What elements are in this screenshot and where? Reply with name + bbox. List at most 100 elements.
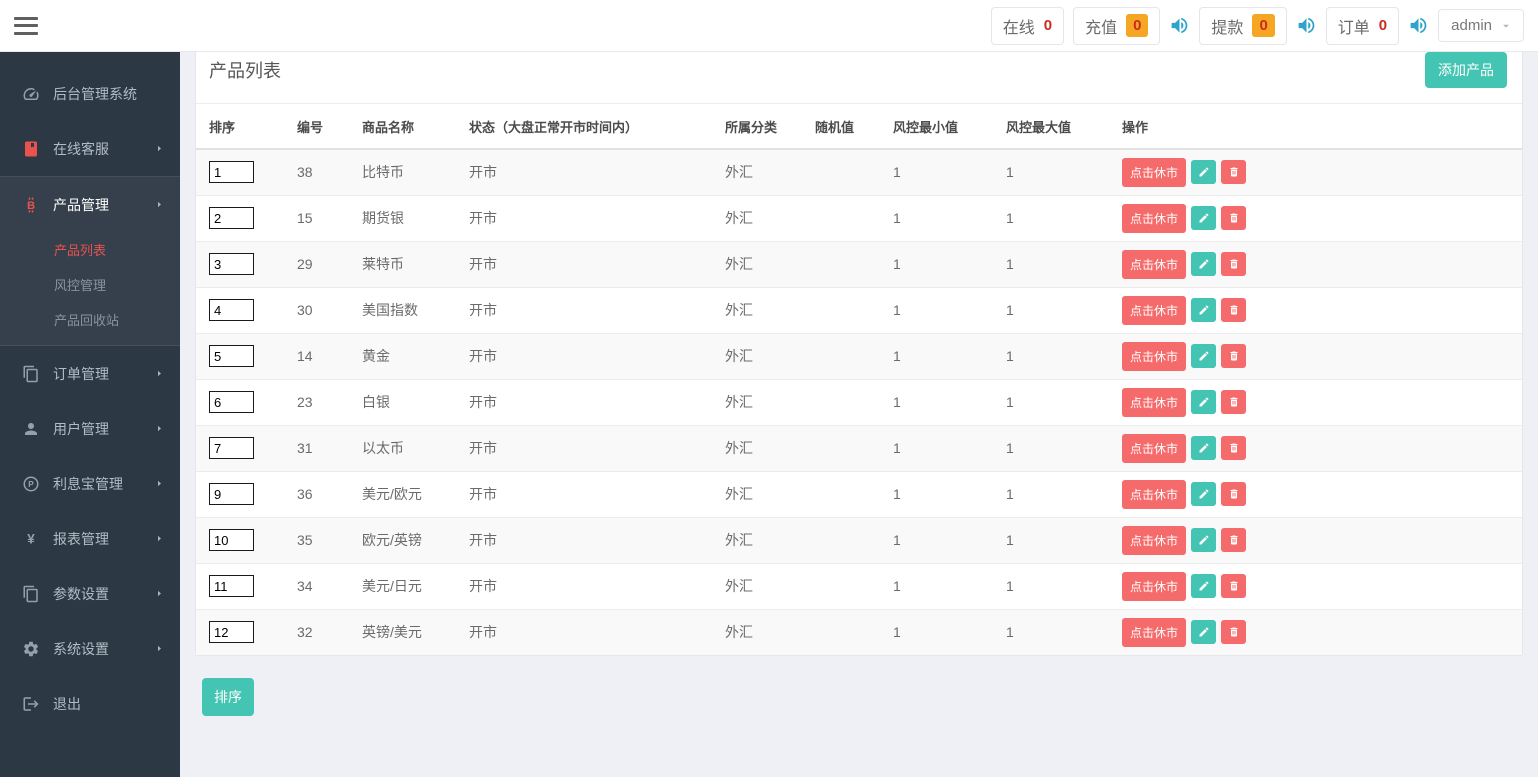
sidebar-item-customer-service[interactable]: 在线客服 <box>0 121 180 176</box>
delete-button[interactable] <box>1221 528 1247 552</box>
table-row: 35 欧元/英镑 开市 外汇 1 1 点击休市 <box>196 517 1522 563</box>
sort-order-input[interactable] <box>209 483 254 505</box>
sort-order-input[interactable] <box>209 529 254 551</box>
edit-button[interactable] <box>1191 344 1217 368</box>
stat-withdraw[interactable]: 提款 0 <box>1199 6 1287 45</box>
edit-button[interactable] <box>1191 390 1217 414</box>
sort-order-input[interactable] <box>209 207 254 229</box>
delete-button[interactable] <box>1221 482 1247 506</box>
sort-order-input[interactable] <box>209 161 254 184</box>
cell-id: 23 <box>297 394 313 410</box>
admin-user-menu[interactable]: admin <box>1438 9 1524 42</box>
sidebar-item-report-management[interactable]: 报表管理 <box>0 511 180 566</box>
cell-risk-max: 1 <box>1006 256 1014 272</box>
cell-status: 开市 <box>469 256 497 272</box>
edit-button[interactable] <box>1191 528 1217 552</box>
stat-orders[interactable]: 订单 0 <box>1325 6 1400 45</box>
edit-button[interactable] <box>1191 298 1217 322</box>
sidebar-item-logout[interactable]: 退出 <box>0 676 180 731</box>
close-market-button[interactable]: 点击休市 <box>1122 479 1187 509</box>
edit-button[interactable] <box>1191 436 1217 460</box>
sidebar-item-dashboard[interactable]: 后台管理系统 <box>0 66 180 121</box>
close-market-button[interactable]: 点击休市 <box>1122 387 1187 417</box>
sort-order-input[interactable] <box>209 391 254 413</box>
edit-button[interactable] <box>1191 252 1217 276</box>
add-product-button[interactable]: 添加产品 <box>1425 52 1507 88</box>
cell-category: 外汇 <box>725 302 753 318</box>
stat-recharge[interactable]: 充值 0 <box>1073 6 1161 45</box>
sort-order-input[interactable] <box>209 575 254 597</box>
sidebar-item-parameter-settings[interactable]: 参数设置 <box>0 566 180 621</box>
sort-submit-button[interactable]: 排序 <box>202 678 254 716</box>
cell-risk-max: 1 <box>1006 302 1014 318</box>
product-list-panel: 产品列表 添加产品 排序 编号 商品名称 状态（大盘正常开市时间内） 所属分类 … <box>195 36 1523 656</box>
edit-button[interactable] <box>1191 206 1217 230</box>
stat-count-badge: 0 <box>1126 14 1149 37</box>
close-market-button[interactable]: 点击休市 <box>1122 249 1187 279</box>
sidebar-item-user-management[interactable]: 用户管理 <box>0 401 180 456</box>
delete-button[interactable] <box>1221 344 1247 368</box>
edit-button[interactable] <box>1191 482 1217 506</box>
edit-button[interactable] <box>1191 160 1217 185</box>
close-market-button[interactable]: 点击休市 <box>1122 341 1187 371</box>
close-market-button[interactable]: 点击休市 <box>1122 617 1187 647</box>
stat-count-badge: 0 <box>1252 14 1275 37</box>
sidebar-subitem-product-list[interactable]: 产品列表 <box>0 232 180 267</box>
close-market-button[interactable]: 点击休市 <box>1122 203 1187 233</box>
sort-order-input[interactable] <box>209 253 254 275</box>
hamburger-menu-icon[interactable] <box>14 16 38 35</box>
delete-button[interactable] <box>1221 620 1247 645</box>
cell-category: 外汇 <box>725 532 753 548</box>
sidebar-item-system-settings[interactable]: 系统设置 <box>0 621 180 676</box>
delete-button[interactable] <box>1221 252 1247 276</box>
sort-order-input[interactable] <box>209 345 254 367</box>
sort-order-input[interactable] <box>209 437 254 459</box>
sidebar-item-label: 报表管理 <box>53 530 109 547</box>
cell-status: 开市 <box>469 348 497 364</box>
delete-button[interactable] <box>1221 436 1247 460</box>
close-market-button[interactable]: 点击休市 <box>1122 571 1187 601</box>
sidebar-item-product-management[interactable]: 产品管理 <box>0 177 180 232</box>
cell-risk-min: 1 <box>893 302 901 318</box>
trash-icon <box>1228 534 1240 546</box>
speaker-icon[interactable] <box>1296 15 1317 36</box>
close-market-button[interactable]: 点击休市 <box>1122 525 1187 555</box>
table-row: 15 期货银 开市 外汇 1 1 点击休市 <box>196 195 1522 241</box>
stat-online[interactable]: 在线 0 <box>990 6 1065 45</box>
table-row: 38 比特币 开市 外汇 1 1 点击休市 <box>196 149 1522 195</box>
table-row: 23 白银 开市 外汇 1 1 点击休市 <box>196 379 1522 425</box>
sort-order-input[interactable] <box>209 299 254 321</box>
edit-button[interactable] <box>1191 620 1217 645</box>
sidebar-subitem-risk-management[interactable]: 风控管理 <box>0 267 180 302</box>
trash-icon <box>1228 396 1240 408</box>
edit-button[interactable] <box>1191 574 1217 598</box>
sidebar-subitem-product-recycle[interactable]: 产品回收站 <box>0 302 180 337</box>
cell-risk-min: 1 <box>893 440 901 456</box>
close-market-button[interactable]: 点击休市 <box>1122 295 1187 325</box>
pencil-icon <box>1198 396 1210 408</box>
sidebar-item-interest-management[interactable]: 利息宝管理 <box>0 456 180 511</box>
yen-icon <box>21 529 40 548</box>
book-icon <box>21 139 40 158</box>
close-market-button[interactable]: 点击休市 <box>1122 433 1187 463</box>
sidebar-subitem-label: 产品列表 <box>54 243 107 258</box>
delete-button[interactable] <box>1221 298 1247 322</box>
trash-icon <box>1228 166 1240 178</box>
delete-button[interactable] <box>1221 574 1247 598</box>
delete-button[interactable] <box>1221 160 1247 185</box>
cell-category: 外汇 <box>725 348 753 364</box>
cell-risk-max: 1 <box>1006 578 1014 594</box>
trash-icon <box>1228 442 1240 454</box>
speaker-icon[interactable] <box>1408 15 1429 36</box>
delete-button[interactable] <box>1221 390 1247 414</box>
cell-random <box>815 517 893 563</box>
speaker-icon[interactable] <box>1169 15 1190 36</box>
pencil-icon <box>1198 488 1210 500</box>
trash-icon <box>1228 580 1240 592</box>
delete-button[interactable] <box>1221 206 1247 230</box>
sidebar-item-order-management[interactable]: 订单管理 <box>0 346 180 401</box>
cell-name: 黄金 <box>362 348 390 364</box>
sort-order-input[interactable] <box>209 621 254 644</box>
sidebar-item-label: 后台管理系统 <box>53 85 137 102</box>
close-market-button[interactable]: 点击休市 <box>1122 157 1187 187</box>
